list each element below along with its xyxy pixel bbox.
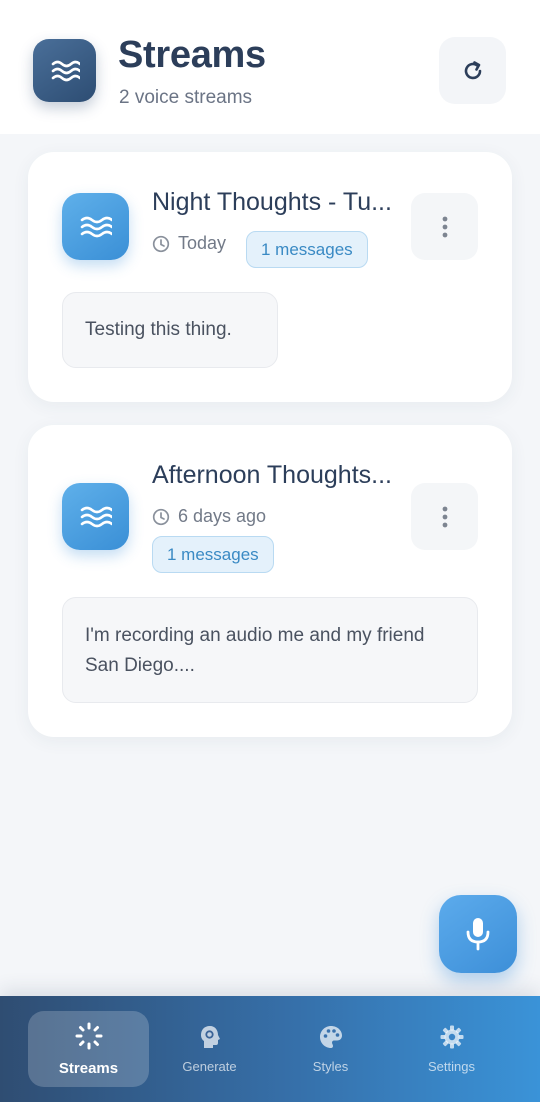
refresh-button[interactable] — [439, 37, 506, 104]
stream-card[interactable]: Night Thoughts - Tu... Today 1 messages … — [28, 152, 512, 402]
waves-icon — [80, 506, 112, 527]
message-count-badge: 1 messages — [246, 231, 368, 268]
more-vertical-icon — [442, 216, 447, 237]
stream-time: Today — [178, 233, 227, 253]
more-vertical-icon — [442, 506, 447, 527]
nav-label: Styles — [312, 1058, 349, 1074]
stream-preview: Testing this thing. — [62, 292, 278, 368]
sparkle-icon — [75, 1022, 102, 1049]
page-title: Streams — [118, 34, 266, 76]
gear-icon — [440, 1025, 463, 1048]
stream-time: 6 days ago — [178, 506, 267, 526]
app-logo — [33, 39, 96, 102]
nav-label: Generate — [182, 1058, 237, 1074]
nav-label: Streams — [58, 1059, 119, 1077]
stream-icon — [62, 193, 129, 260]
nav-item-settings[interactable]: Settings — [391, 1011, 512, 1087]
waves-icon — [51, 60, 80, 81]
app-header: Streams 2 voice streams — [0, 0, 540, 134]
clock-icon — [152, 235, 170, 252]
bottom-navigation: Streams Generate Styles Settings — [0, 996, 540, 1102]
stream-card[interactable]: Afternoon Thoughts... 6 days ago 1 messa… — [28, 425, 512, 737]
nav-item-styles[interactable]: Styles — [270, 1011, 391, 1087]
clock-icon — [152, 508, 170, 525]
stream-preview: I'm recording an audio me and my friend … — [62, 597, 478, 703]
more-options-button[interactable] — [411, 483, 478, 550]
stream-icon — [62, 483, 129, 550]
head-brain-icon — [200, 1025, 220, 1048]
stream-meta: Today — [152, 233, 226, 254]
page-subtitle: 2 voice streams — [119, 87, 253, 108]
stream-title: Night Thoughts - Tu... — [152, 188, 392, 216]
nav-item-streams[interactable]: Streams — [28, 1011, 149, 1087]
nav-item-generate[interactable]: Generate — [149, 1011, 270, 1087]
stream-meta: 6 days ago — [152, 506, 266, 527]
palette-icon — [319, 1025, 342, 1048]
stream-title: Afternoon Thoughts... — [152, 461, 392, 489]
more-options-button[interactable] — [411, 193, 478, 260]
waves-icon — [80, 216, 112, 237]
message-count-badge: 1 messages — [152, 536, 274, 573]
record-button[interactable] — [439, 895, 517, 973]
microphone-icon — [466, 918, 490, 951]
refresh-icon — [464, 60, 481, 79]
nav-label: Settings — [428, 1058, 475, 1074]
